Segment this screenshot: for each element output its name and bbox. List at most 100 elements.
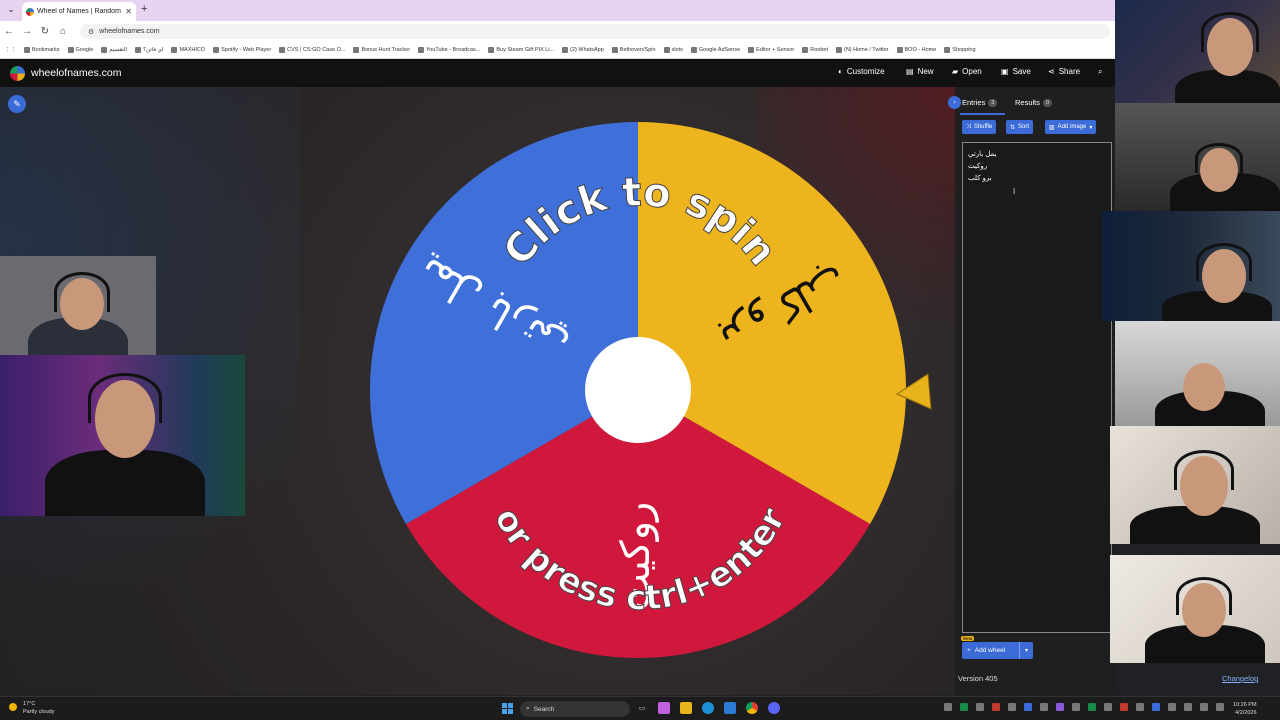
bookmark-item[interactable]: MAXHICO [171,46,205,53]
edge-icon[interactable] [702,702,714,714]
changelog-link[interactable]: Changelog [1222,674,1258,683]
bookmark-item[interactable]: Roobet [802,46,828,53]
task-view-icon[interactable]: ▭ [636,702,648,714]
bookmark-item[interactable]: Buy Steam Gift PIX Li... [488,46,554,53]
tray-app-icon[interactable] [1152,703,1160,711]
tray-app-icon[interactable] [944,703,952,711]
shuffle-icon: ⤨ [966,123,971,130]
copilot-icon[interactable] [658,702,670,714]
language-icon[interactable] [1216,703,1224,711]
collapse-panel-icon[interactable]: › [948,96,961,109]
close-tab-icon[interactable]: ✕ [125,7,132,16]
address-text: wheelofnames.com [99,28,160,35]
tray-app-icon[interactable] [1136,703,1144,711]
entry-line: يمل بارتي [968,151,997,158]
volume-icon[interactable] [1184,703,1192,711]
taskbar-clock[interactable]: 10:26 PM 4/2/2026 [1233,701,1257,717]
search-icon[interactable]: ⌕ [1098,67,1102,77]
tray-app-icon[interactable] [1120,703,1128,711]
tray-app-icon[interactable] [960,703,968,711]
weather-widget[interactable]: 17°C Partly cloudy [9,700,55,716]
sort-button[interactable]: ⇅ Sort [1006,120,1034,134]
taskbar-search[interactable]: ⌕ Search [520,701,630,717]
bookmarks-bar: ⋮⋮ Bookmarks Google التقسيم اي فاتن؟ MAX… [0,41,1280,59]
back-icon[interactable]: ← [0,22,18,40]
chrome-icon[interactable] [746,702,758,714]
bookmark-icon [835,46,842,53]
bookmark-icon [171,46,178,53]
bookmark-item[interactable]: اي فاتن؟ [135,46,163,53]
share-button[interactable]: ⋖ Share [1048,67,1080,76]
reload-icon[interactable]: ↻ [36,22,54,40]
new-tab-icon[interactable]: + [141,3,147,15]
address-bar[interactable]: ⚙ wheelofnames.com [80,24,1110,39]
chevron-down-icon: ▾ [1089,124,1093,131]
new-button[interactable]: ▤ New [906,67,934,76]
wifi-icon[interactable] [1168,703,1176,711]
chevron-down-icon[interactable]: ▾ [1019,642,1033,659]
save-icon: ▣ [1001,67,1009,76]
image-icon: ▧ [1049,124,1055,131]
shuffle-button[interactable]: ⤨ Shuffle [962,120,997,134]
site-title[interactable]: wheelofnames.com [31,67,121,79]
tray-app-icon[interactable] [992,703,1000,711]
tray-app-icon[interactable] [1088,703,1096,711]
bookmark-icon [611,46,618,53]
wheel-logo-icon[interactable] [10,66,25,81]
discord-icon[interactable] [768,702,780,714]
tray-app-icon[interactable] [1072,703,1080,711]
sort-icon: ⇅ [1010,124,1016,131]
bookmark-icon [690,46,697,53]
bookmark-item[interactable]: Google [67,46,93,53]
wheel-favicon-icon [26,7,34,16]
add-image-button[interactable]: ▧ Add image ▾ [1045,120,1097,134]
browser-tab[interactable]: Wheel of Names | Random nam ✕ [22,2,136,21]
bookmark-item[interactable]: (N) Home / Twitter [835,46,889,53]
bookmark-item[interactable]: التقسيم [101,46,127,53]
save-button[interactable]: ▣ Save [1001,67,1031,76]
tab-entries[interactable]: Entries 3 [962,98,998,107]
bookmark-item[interactable]: Bonus Hunt Tracker [353,46,410,53]
bookmark-item[interactable]: (2) WhatsApp [562,46,604,53]
bookmark-item[interactable]: Shopping [944,46,976,53]
bookmark-item[interactable]: Google AdSense [690,46,740,53]
tray-app-icon[interactable] [976,703,984,711]
bookmark-item[interactable]: Bookmarks [24,46,60,53]
add-wheel-button[interactable]: + Add wheel ▾ [962,642,1033,659]
bookmark-item[interactable]: YouTube - Broadcas... [418,46,480,53]
file-explorer-icon[interactable] [680,702,692,714]
tray-app-icon[interactable] [1024,703,1032,711]
browser-toolbar: ← → ↻ ⌂ ⚙ wheelofnames.com [0,21,1280,41]
bookmark-item[interactable]: Bethoven/Spin [611,46,656,53]
store-icon[interactable] [724,702,736,714]
site-info-icon[interactable]: ⚙ [88,28,94,36]
bookmark-item[interactable]: Editor + Sensor [748,46,794,53]
entry-line: روكيت [968,163,988,170]
windows-start-icon[interactable] [502,703,513,714]
bookmark-icon [896,46,903,53]
tray-app-icon[interactable] [1008,703,1016,711]
wheel-center-hub[interactable] [585,337,691,443]
bookmark-item[interactable]: Spotify - Web Player [213,46,271,53]
bookmark-item[interactable]: slots [663,46,683,53]
tray-app-icon[interactable] [1104,703,1112,711]
bookmark-item[interactable]: BOO - Home [896,46,936,53]
forward-icon[interactable]: → [18,22,36,40]
bookmark-icon [135,46,142,53]
open-button[interactable]: ▰ Open [952,67,982,76]
customize-button[interactable]: ◐ Customize [838,67,885,76]
bookmark-item[interactable]: CVS | CS:GO Case O... [279,46,345,53]
tray-app-icon[interactable] [1056,703,1064,711]
text-cursor-icon: I [1013,187,1016,196]
tab-results[interactable]: Results 0 [1015,98,1053,107]
beta-badge: Beta [961,636,975,641]
battery-icon[interactable] [1200,703,1208,711]
bookmark-icon [213,46,220,53]
tab-search-icon[interactable]: ⌄ [5,4,17,16]
entries-textarea[interactable]: يمل بارتي روكيت برو كلب I [962,142,1112,633]
tray-app-icon[interactable] [1040,703,1048,711]
screen: ⌄ Wheel of Names | Random nam ✕ + ← → ↻ … [0,0,1280,720]
bookmark-icon [663,46,670,53]
home-icon[interactable]: ⌂ [54,22,72,40]
apps-icon[interactable]: ⋮⋮ [5,47,16,53]
